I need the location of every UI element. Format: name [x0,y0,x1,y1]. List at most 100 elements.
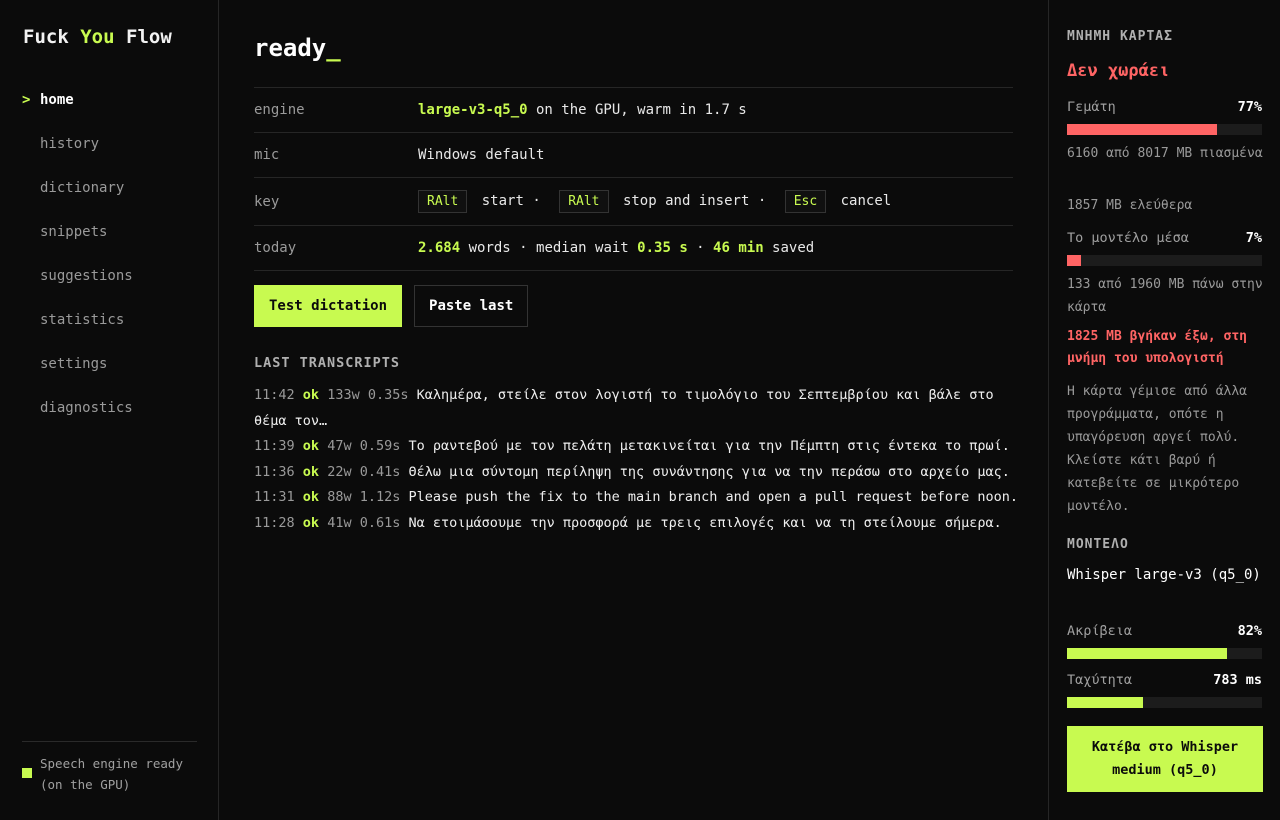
hotkey-cancel: Esc [784,190,827,213]
speed-row: Ταχύτητα 783 ms [1067,672,1262,688]
transcript-time: 11:31 [254,489,295,505]
accuracy-row: Ακρίβεια 82% [1067,623,1262,639]
speed-value: 783 ms [1213,672,1262,688]
engine-detail: on the GPU, warm in 1.7 s [527,102,747,118]
page-title: ready_ [254,34,341,62]
transcript-text: Να ετοιμάσουμε την προσφορά με τρεις επι… [408,514,1002,531]
sidebar-nav: > home history dictionary snippets sugge… [0,88,218,440]
speed-bar [1067,697,1262,708]
hotkey-stop-label: stop and insert · [622,193,767,209]
model-in-label: Το μοντέλο μέσα [1067,230,1189,246]
words-label: words · median wait [460,240,638,256]
accuracy-pct: 82% [1237,623,1262,639]
transcript-status: ok [302,514,320,531]
accuracy-bar [1067,648,1262,659]
model-in-bar [1067,255,1262,266]
sidebar-item-suggestions[interactable]: suggestions [0,264,218,308]
sidebar-item-label: snippets [40,224,108,240]
hotkey-start: RAlt [418,190,468,213]
transcript-item[interactable]: 11:39 ok 47w 0.59s Το ραντεβού με τον πε… [254,434,1024,460]
transcript-time: 11:28 [254,514,295,531]
accuracy-bar-fill [1067,648,1227,659]
info-value: large-v3-q5_0 on the GPU, warm in 1.7 s [418,102,747,118]
engine-status: Speech engine ready (on the GPU) [22,741,197,795]
info-row-today: today 2.684 words · median wait 0.35 s ·… [254,226,1013,271]
sidebar-item-label: home [40,92,74,108]
sidebar-item-label: dictionary [40,180,125,196]
model-name: Whisper large-v3 (q5_0) [1067,567,1261,583]
separator: · [687,240,714,256]
transcript-text: Please push the fix to the main branch a… [408,489,1019,505]
vram-full-row: Γεμάτη 77% [1067,99,1262,115]
transcript-item[interactable]: 11:36 ok 22w 0.41s Θέλω μια σύντομη περί… [254,460,1024,486]
transcript-status: ok [302,489,320,505]
today-stats: 2.684 words · median wait 0.35 s · 46 mi… [418,240,814,256]
saved-label: saved [763,240,815,256]
sidebar-item-snippets[interactable]: snippets [0,220,218,264]
info-key: today [254,240,297,256]
info-key: key [254,193,280,210]
info-row-engine: engine large-v3-q5_0 on the GPU, warm in… [254,88,1013,133]
sidebar-item-home[interactable]: > home [0,88,218,132]
info-row-key: key RAlt start · RAlt stop and insert · … [254,178,1013,226]
status-indicator-icon [22,768,32,778]
transcript-item[interactable]: 11:28 ok 41w 0.61s Να ετοιμάσουμε την πρ… [254,511,1024,537]
model-on-card-text: 133 από 1960 MB πάνω στην κάρτα [1067,277,1263,315]
brand-part-1: Fuck [23,26,69,48]
accuracy-label: Ακρίβεια [1067,623,1133,639]
model-in-pct: 7% [1245,230,1262,246]
hotkey-cancel-label: cancel [840,193,892,209]
transcript-time: 11:39 [254,438,295,454]
transcript-text: Θέλω μια σύντομη περίληψη της συνάντησης… [408,463,1010,480]
words-count: 2.684 [418,240,461,256]
app: Fuck You Flow > home history dictionary … [0,0,1280,820]
vram-full-bar-fill [1067,124,1218,135]
sidebar-item-label: history [40,136,100,152]
info-key: mic [254,147,280,163]
transcript-meta: 22w 0.41s [327,463,401,480]
transcript-text: Το ραντεβού με τον πελάτη μετακινείται γ… [408,438,1010,454]
alert-title: Δεν χωράει [1067,61,1170,81]
median-wait: 0.35 s [637,240,688,256]
transcripts-list: 11:42 ok 133w 0.35s Καλημέρα, στείλε στο… [254,383,1024,536]
transcript-time: 11:42 [254,387,295,403]
time-saved: 46 min [713,240,764,256]
info-table: engine large-v3-q5_0 on the GPU, warm in… [254,87,1013,271]
transcript-status: ok [302,438,320,454]
sidebar-item-label: suggestions [40,268,133,284]
transcript-meta: 88w 1.12s [327,489,401,505]
main-content: ready_ engine large-v3-q5_0 on the GPU, … [219,0,1048,820]
info-row-mic: mic Windows default [254,133,1013,178]
transcript-meta: 47w 0.59s [327,438,401,454]
chevron-right-icon: > [22,92,31,108]
sidebar-item-statistics[interactable]: statistics [0,308,218,352]
brand-part-3: Flow [126,26,172,48]
sidebar-item-settings[interactable]: settings [0,352,218,396]
status-line-1: Speech engine ready [40,756,183,771]
downgrade-model-button[interactable]: Κατέβα στο Whisper medium (q5_0) [1067,726,1263,792]
transcript-item[interactable]: 11:42 ok 133w 0.35s Καλημέρα, στείλε στο… [254,383,1024,434]
action-buttons: Test dictation Paste last [254,285,529,327]
app-logo: Fuck You Flow [23,26,172,48]
hotkeys: RAlt start · RAlt stop and insert · Esc … [418,190,891,213]
sidebar-item-history[interactable]: history [0,132,218,176]
transcript-meta: 41w 0.61s [327,514,401,531]
vram-heading: ΜΝΗΜΗ ΚΑΡΤΑΣ [1067,29,1173,44]
test-dictation-button[interactable]: Test dictation [254,285,403,327]
transcripts-heading: LAST TRANSCRIPTS [254,355,401,371]
vram-full-bar [1067,124,1262,135]
hotkey-start-label: start · [481,193,541,209]
page-title-text: ready [254,34,327,62]
status-text: Speech engine ready (on the GPU) [40,753,183,795]
sidebar-item-label: settings [40,356,108,372]
vram-full-label: Γεμάτη [1067,99,1116,115]
vram-panel: ΜΝΗΜΗ ΚΑΡΤΑΣ Δεν χωράει Γεμάτη 77% 6160 … [1048,0,1280,820]
sidebar-item-label: diagnostics [40,400,133,416]
transcript-status: ok [302,463,320,480]
sidebar-item-diagnostics[interactable]: diagnostics [0,396,218,440]
transcript-item[interactable]: 11:31 ok 88w 1.12s Please push the fix t… [254,485,1024,511]
transcript-meta: 133w 0.35s [327,387,409,403]
sidebar-item-dictionary[interactable]: dictionary [0,176,218,220]
paste-last-button[interactable]: Paste last [414,285,529,327]
cursor-glyph: _ [326,34,341,62]
